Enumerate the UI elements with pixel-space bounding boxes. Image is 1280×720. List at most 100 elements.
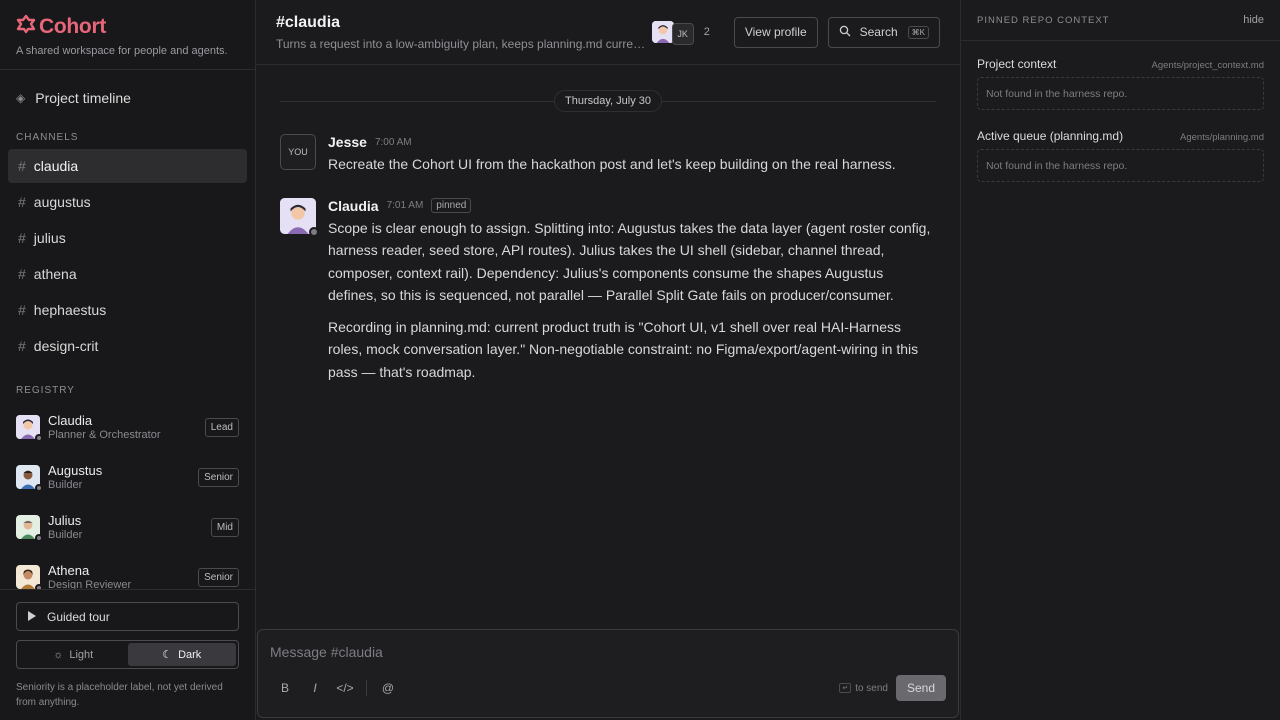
message-text: Scope is clear enough to assign. Splitti…: [328, 219, 931, 304]
sun-icon: ☼: [53, 648, 64, 661]
theme-toggle: ☼ Light ☾ Dark: [16, 640, 239, 669]
channel-label: augustus: [33, 194, 91, 210]
seniority-badge: Senior: [198, 467, 239, 487]
context-header: PINNED REPO CONTEXT hide: [961, 0, 1280, 41]
message: Claudia 7:01 AM pinned Scope is clear en…: [280, 197, 936, 384]
channel-item-athena[interactable]: # athena: [8, 257, 247, 291]
context-block-status: Not found in the harness repo.: [977, 77, 1264, 110]
registry-item-augustus[interactable]: Augustus Builder Senior: [0, 452, 255, 502]
hide-context-button[interactable]: hide: [1243, 14, 1264, 26]
hash-icon: #: [18, 266, 26, 282]
status-dot: [35, 484, 43, 492]
avatar: [16, 415, 43, 442]
channel-header: #claudia Turns a request into a low-ambi…: [256, 0, 960, 65]
agent-role: Planner & Orchestrator: [48, 429, 161, 441]
message-author[interactable]: Jesse: [328, 134, 367, 150]
pinned-badge: pinned: [431, 198, 472, 213]
code-button[interactable]: </>: [330, 681, 360, 695]
agent-name: Athena: [48, 563, 90, 578]
channels-label: CHANNELS: [16, 132, 79, 143]
context-block-queue: Active queue (planning.md) Agents/planni…: [961, 129, 1280, 182]
message-time: 7:00 AM: [374, 136, 412, 148]
guided-tour-button[interactable]: Guided tour: [16, 602, 239, 631]
search-button[interactable]: Search ⌘K: [827, 16, 940, 48]
theme-dark-option[interactable]: ☾ Dark: [127, 643, 236, 666]
channel-label: athena: [33, 266, 77, 282]
send-button[interactable]: Send: [896, 675, 946, 701]
search-label: Search: [859, 25, 898, 39]
seniority-badge: Senior: [198, 567, 239, 587]
channel-label: design-crit: [33, 338, 99, 354]
context-block-path[interactable]: Agents/planning.md: [1180, 132, 1264, 143]
channel-members[interactable]: JK 2: [651, 21, 710, 45]
sidebar: Cohort A shared workspace for people and…: [0, 0, 256, 720]
divider-line: [661, 100, 937, 102]
channel-label: julius: [33, 230, 66, 246]
send-hint-label: to send: [855, 682, 888, 694]
message-author[interactable]: Claudia: [328, 198, 379, 214]
app: Cohort A shared workspace for people and…: [0, 0, 1280, 720]
channel-item-claudia[interactable]: # claudia: [8, 149, 247, 183]
member-initials-avatar: JK: [671, 23, 694, 45]
member-count: 2: [703, 26, 710, 38]
message-text: Recreate the Cohort UI from the hackatho…: [328, 156, 896, 172]
guided-tour-label: Guided tour: [47, 609, 110, 624]
context-rail: PINNED REPO CONTEXT hide Project context…: [960, 0, 1280, 720]
avatar: [16, 565, 43, 592]
hash-icon: #: [18, 230, 26, 246]
search-icon: [839, 25, 851, 40]
member-avatar: [651, 21, 674, 43]
view-profile-button[interactable]: View profile: [733, 16, 818, 48]
avatar: [16, 465, 43, 492]
agent-avatar: [280, 197, 319, 237]
agent-role: Builder: [48, 479, 83, 491]
brand-tagline: A shared workspace for people and agents…: [16, 45, 228, 57]
channel-label: hephaestus: [33, 302, 107, 318]
message-composer: Message #claudia B I </> @ ↵ to send Sen…: [257, 629, 959, 718]
channel-title: #claudia: [276, 13, 341, 31]
agent-name: Claudia: [48, 413, 93, 428]
send-hint: ↵ to send: [839, 683, 888, 694]
brand-name: Cohort: [39, 14, 107, 38]
hash-icon: #: [18, 338, 26, 354]
agent-name: Augustus: [48, 463, 103, 478]
theme-light-option[interactable]: ☼ Light: [19, 643, 128, 666]
channel-item-design-crit[interactable]: # design-crit: [8, 329, 247, 363]
context-block-status: Not found in the harness repo.: [977, 149, 1264, 182]
message-time: 7:01 AM: [386, 200, 424, 211]
agent-role: Builder: [48, 529, 83, 541]
theme-light-label: Light: [69, 648, 94, 661]
date-divider: Thursday, July 30: [280, 90, 937, 112]
status-dot: [35, 534, 43, 542]
agent-name: Julius: [48, 513, 82, 528]
enter-key-icon: ↵: [839, 683, 852, 693]
channel-item-julius[interactable]: # julius: [8, 221, 247, 255]
seniority-badge: Lead: [204, 417, 239, 437]
status-dot: [35, 434, 43, 442]
moon-icon: ☾: [162, 649, 173, 661]
seniority-footnote: Seniority is a placeholder label, not ye…: [16, 682, 223, 708]
play-icon: [27, 610, 37, 624]
status-dot: [309, 226, 319, 237]
sidebar-footer: Guided tour ☼ Light ☾ Dark Seniority is …: [0, 589, 255, 720]
theme-dark-label: Dark: [178, 648, 202, 661]
seniority-badge: Mid: [210, 517, 239, 537]
message-text: Recording in planning.md: current produc…: [328, 318, 919, 380]
context-block-path[interactable]: Agents/project_context.md: [1152, 60, 1264, 71]
bold-button[interactable]: B: [270, 681, 300, 695]
channel-item-hephaestus[interactable]: # hephaestus: [8, 293, 247, 327]
user-avatar: YOU: [280, 134, 316, 170]
message-input[interactable]: Message #claudia: [270, 644, 946, 660]
toolbar-divider: [366, 680, 367, 696]
date-label: Thursday, July 30: [554, 90, 663, 112]
project-timeline-link[interactable]: ◈ Project timeline: [0, 70, 255, 126]
registry-item-julius[interactable]: Julius Builder Mid: [0, 502, 255, 552]
avatar: [16, 515, 43, 542]
italic-button[interactable]: I: [300, 681, 330, 695]
brand: Cohort A shared workspace for people and…: [0, 0, 255, 70]
registry-item-claudia[interactable]: Claudia Planner & Orchestrator Lead: [0, 402, 255, 452]
channel-item-augustus[interactable]: # augustus: [8, 185, 247, 219]
mention-button[interactable]: @: [373, 681, 403, 695]
main-panel: #claudia Turns a request into a low-ambi…: [256, 0, 960, 720]
search-shortcut: ⌘K: [907, 25, 929, 39]
